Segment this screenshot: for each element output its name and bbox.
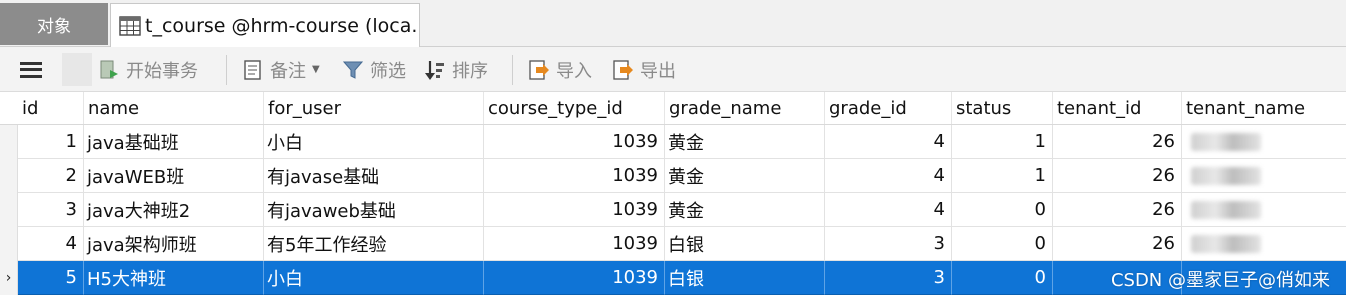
cell-status[interactable]: 1 [952, 125, 1053, 159]
sort-button[interactable]: 排序 [424, 47, 488, 92]
cell-name[interactable]: java大神班2 [84, 193, 264, 227]
cell-id[interactable]: 4 [18, 227, 84, 261]
table-row[interactable]: 3 java大神班2 有javaweb基础 1039 黄金 4 0 26 [0, 193, 1346, 227]
cell-for-user[interactable]: 有javaweb基础 [264, 193, 484, 227]
cell-tenant-id[interactable]: 26 [1053, 125, 1182, 159]
row-marker[interactable] [0, 159, 18, 193]
tab-objects[interactable]: 对象 [0, 3, 108, 45]
cell-name[interactable]: java架构师班 [84, 227, 264, 261]
import-button[interactable]: 导入 [528, 47, 592, 92]
table-row[interactable]: 1 java基础班 小白 1039 黄金 4 1 26 [0, 125, 1346, 159]
cell-id[interactable]: 1 [18, 125, 84, 159]
tab-table-label: t_course @hrm-course (loca... [145, 14, 420, 37]
cell-tenant-name[interactable] [1182, 193, 1346, 227]
column-header-tenant-id[interactable]: tenant_id [1053, 92, 1182, 124]
memo-button[interactable]: 备注 ▼ [242, 47, 320, 92]
cell-status[interactable]: 0 [952, 193, 1053, 227]
memo-icon [244, 59, 261, 80]
cell-id[interactable]: 2 [18, 159, 84, 193]
table-row[interactable]: 4 java架构师班 有5年工作经验 1039 白银 3 0 26 [0, 227, 1346, 261]
grid-header-row: id name for_user course_type_id grade_na… [0, 92, 1346, 125]
cell-tenant-name[interactable] [1182, 159, 1346, 193]
cell-name[interactable]: java基础班 [84, 125, 264, 159]
cell-status[interactable]: 0 [952, 261, 1053, 295]
cell-tenant-name[interactable] [1182, 125, 1346, 159]
column-header-name[interactable]: name [84, 92, 264, 124]
filter-label: 筛选 [370, 60, 406, 82]
cell-for-user[interactable]: 有5年工作经验 [264, 227, 484, 261]
export-label: 导出 [640, 60, 676, 82]
cell-for-user[interactable]: 小白 [264, 125, 484, 159]
menu-button[interactable] [0, 47, 62, 92]
filter-button[interactable]: 筛选 [342, 47, 406, 92]
column-header-course-type-id[interactable]: course_type_id [484, 92, 665, 124]
column-header-for-user[interactable]: for_user [264, 92, 484, 124]
cell-course-type-id[interactable]: 1039 [484, 193, 665, 227]
cell-id[interactable]: 5 [18, 261, 84, 295]
row-marker[interactable] [0, 227, 18, 261]
cell-tenant-name[interactable] [1182, 227, 1346, 261]
cell-tenant-id[interactable]: 26 [1053, 193, 1182, 227]
cell-grade-name[interactable]: 白银 [665, 261, 825, 295]
table-row[interactable]: 2 javaWEB班 有javase基础 1039 黄金 4 1 26 [0, 159, 1346, 193]
export-button[interactable]: 导出 [612, 47, 676, 92]
import-label: 导入 [556, 60, 592, 82]
memo-label: 备注 [270, 60, 306, 82]
begin-transaction-button[interactable]: 开始事务 [98, 47, 198, 92]
cell-name[interactable]: javaWEB班 [84, 159, 264, 193]
cell-tenant-id[interactable]: 26 [1053, 159, 1182, 193]
tab-bar: 对象 t_course @hrm-course (loca... [0, 0, 1346, 47]
cell-grade-name[interactable]: 黄金 [665, 193, 825, 227]
cell-grade-name[interactable]: 白银 [665, 227, 825, 261]
cell-grade-id[interactable]: 4 [825, 193, 952, 227]
cell-course-type-id[interactable]: 1039 [484, 227, 665, 261]
cell-status[interactable]: 1 [952, 159, 1053, 193]
sort-icon [425, 60, 444, 80]
cell-grade-name[interactable]: 黄金 [665, 159, 825, 193]
menu-icon [20, 61, 42, 78]
cell-status[interactable]: 0 [952, 227, 1053, 261]
toolbar-divider [512, 55, 513, 85]
column-header-id[interactable]: id [18, 92, 84, 124]
begin-transaction-icon [100, 60, 118, 78]
cell-course-type-id[interactable]: 1039 [484, 159, 665, 193]
row-marker[interactable] [0, 193, 18, 227]
cell-tenant-id[interactable]: 26 [1053, 227, 1182, 261]
redacted-text [1191, 132, 1261, 151]
cell-grade-id[interactable]: 4 [825, 125, 952, 159]
row-marker[interactable] [0, 125, 18, 159]
toolbar-spacer [62, 53, 92, 86]
import-icon [529, 59, 549, 80]
redacted-text [1191, 166, 1261, 185]
cell-grade-name[interactable]: 黄金 [665, 125, 825, 159]
column-header-grade-name[interactable]: grade_name [665, 92, 825, 124]
toolbar: 开始事务 备注 ▼ 筛选 排序 导入 导出 [0, 47, 1346, 92]
tab-objects-label: 对象 [37, 16, 71, 37]
current-row-marker[interactable]: › [0, 261, 18, 295]
chevron-down-icon[interactable]: ▼ [312, 64, 320, 75]
cell-for-user[interactable]: 有javase基础 [264, 159, 484, 193]
column-header-tenant-name[interactable]: tenant_name [1182, 92, 1346, 124]
tab-table-t-course[interactable]: t_course @hrm-course (loca... [110, 3, 420, 47]
table-icon [119, 15, 141, 36]
cell-course-type-id[interactable]: 1039 [484, 261, 665, 295]
cell-grade-id[interactable]: 3 [825, 261, 952, 295]
redacted-text [1191, 234, 1261, 253]
begin-transaction-label: 开始事务 [126, 60, 198, 82]
filter-icon [342, 61, 364, 79]
cell-id[interactable]: 3 [18, 193, 84, 227]
toolbar-divider [226, 55, 227, 85]
column-header-grade-id[interactable]: grade_id [825, 92, 952, 124]
cell-for-user[interactable]: 小白 [264, 261, 484, 295]
sort-label: 排序 [452, 60, 488, 82]
cell-grade-id[interactable]: 4 [825, 159, 952, 193]
column-header-status[interactable]: status [952, 92, 1053, 124]
export-icon [613, 59, 633, 80]
redacted-text [1191, 200, 1261, 219]
cell-course-type-id[interactable]: 1039 [484, 125, 665, 159]
watermark: CSDN @墨家巨子@俏如来 [1110, 270, 1330, 291]
cell-name[interactable]: H5大神班 [84, 261, 264, 295]
cell-grade-id[interactable]: 3 [825, 227, 952, 261]
